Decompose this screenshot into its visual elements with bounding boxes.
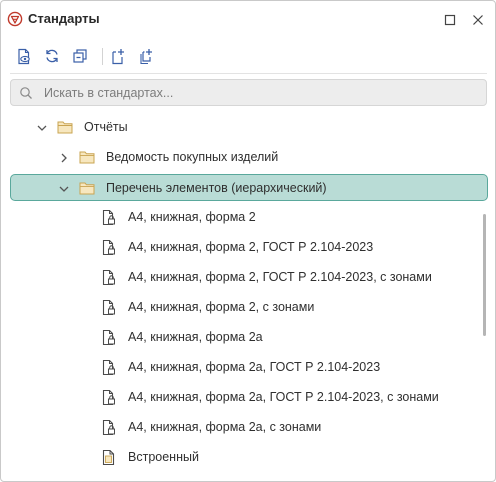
tree-item-document[interactable]: А4, книжная, форма 2а, ГОСТ Р 2.104-2023: [1, 353, 481, 381]
title-bar: Стандарты: [1, 1, 495, 37]
refresh-icon: [46, 49, 58, 63]
search-box: [10, 79, 487, 106]
tree-item-label: А4, книжная, форма 2а: [128, 330, 263, 344]
maximize-icon: [444, 14, 456, 26]
standards-panel: Стандарты Искать в стандартах... Отчёты …: [0, 0, 496, 482]
tree-item-label: А4, книжная, форма 2, с зонами: [128, 300, 315, 314]
tree-item-label: А4, книжная, форма 2а, с зонами: [128, 420, 322, 434]
locked-document-icon: [101, 389, 117, 406]
locked-document-icon: [101, 239, 117, 256]
view-standard-button[interactable]: [13, 45, 35, 67]
tree-item-document[interactable]: А4, книжная, форма 2, с зонами: [1, 293, 481, 321]
maximize-button[interactable]: [439, 9, 461, 31]
add-copy-button[interactable]: [135, 45, 157, 67]
standards-logo-icon: [7, 11, 23, 27]
tree-item-document[interactable]: А4, книжная, форма 2а, с зонами: [1, 413, 481, 441]
search-icon: [19, 86, 33, 100]
tree-item-label: А4, книжная, форма 2, ГОСТ Р 2.104-2023: [128, 240, 374, 254]
vertical-scrollbar[interactable]: [483, 214, 486, 336]
close-button[interactable]: [467, 9, 489, 31]
tree-node-label: Отчёты: [84, 120, 128, 134]
doc-eye-icon: [18, 48, 30, 64]
standards-tree: Отчёты Ведомость покупных изделий Перече…: [1, 113, 495, 475]
search-input[interactable]: [44, 83, 474, 103]
close-icon: [473, 15, 483, 25]
tree-node-purchased-items[interactable]: Ведомость покупных изделий: [1, 143, 481, 171]
toolbar-separator: [102, 48, 103, 65]
locked-document-icon: [101, 299, 117, 316]
tree-item-document[interactable]: А4, книжная, форма 2, ГОСТ Р 2.104-2023: [1, 233, 481, 261]
locked-document-icon: [101, 269, 117, 286]
tree-node-label: Перечень элементов (иерархический): [106, 181, 327, 195]
tree-item-label: А4, книжная, форма 2а, ГОСТ Р 2.104-2023: [128, 360, 381, 374]
collapse-all-button[interactable]: [69, 45, 91, 67]
refresh-button[interactable]: [41, 45, 63, 67]
locked-document-icon: [101, 209, 117, 226]
doc-copy-add-icon: [140, 48, 152, 64]
tree-item-document[interactable]: А4, книжная, форма 2: [1, 203, 481, 231]
tree-item-document[interactable]: А4, книжная, форма 2а: [1, 323, 481, 351]
tree-item-label: Встроенный: [128, 450, 199, 464]
chevron-right-icon[interactable]: [58, 151, 70, 163]
toolbar: [1, 43, 495, 71]
folder-icon: [79, 180, 95, 197]
tree-item-label: А4, книжная, форма 2: [128, 210, 256, 224]
chevron-down-icon[interactable]: [58, 182, 70, 194]
tree-item-document[interactable]: А4, книжная, форма 2, ГОСТ Р 2.104-2023,…: [1, 263, 481, 291]
builtin-document-icon: [101, 449, 117, 466]
collapse-icon: [73, 49, 87, 63]
add-standard-button[interactable]: [107, 45, 129, 67]
folder-icon: [79, 149, 95, 166]
tree-item-label: А4, книжная, форма 2, ГОСТ Р 2.104-2023,…: [128, 270, 432, 284]
panel-title: Стандарты: [28, 11, 100, 26]
toolbar-divider: [10, 73, 487, 74]
locked-document-icon: [101, 329, 117, 346]
locked-document-icon: [101, 359, 117, 376]
tree-node-label: Ведомость покупных изделий: [106, 150, 279, 164]
tree-item-label: А4, книжная, форма 2а, ГОСТ Р 2.104-2023…: [128, 390, 439, 404]
tree-item-builtin[interactable]: Встроенный: [1, 443, 481, 471]
doc-add-icon: [112, 48, 124, 64]
folder-icon: [57, 119, 73, 136]
tree-node-reports[interactable]: Отчёты: [1, 113, 481, 141]
tree-node-elements-list[interactable]: Перечень элементов (иерархический): [10, 174, 488, 201]
chevron-down-icon[interactable]: [36, 121, 48, 133]
locked-document-icon: [101, 419, 117, 436]
tree-item-document[interactable]: А4, книжная, форма 2а, ГОСТ Р 2.104-2023…: [1, 383, 481, 411]
